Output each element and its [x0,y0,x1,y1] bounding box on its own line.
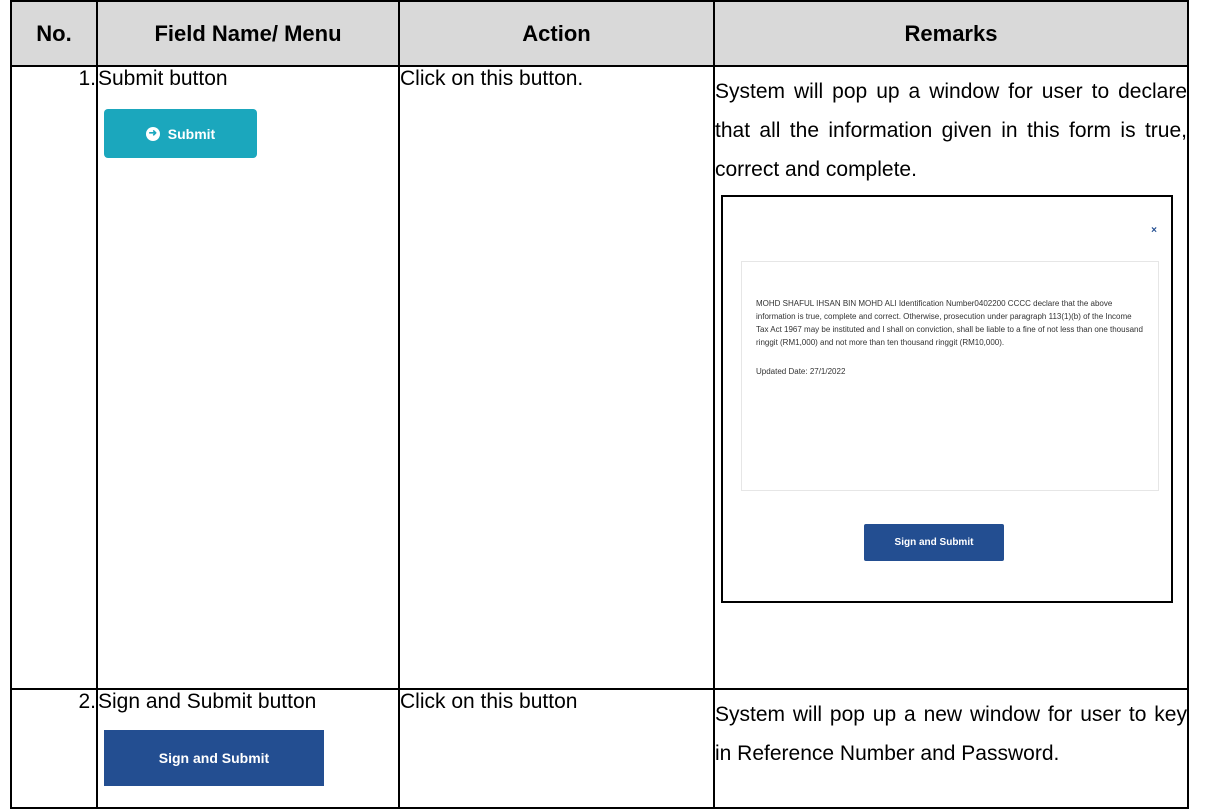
submit-button-label: Submit [167,125,216,142]
declaration-box: MOHD SHAFUL IHSAN BIN MOHD ALI Identific… [741,261,1159,491]
sign-and-submit-button[interactable]: Sign and Submit [104,730,324,786]
arrow-right-circle-icon: ➜ [145,126,160,141]
declaration-text: MOHD SHAFUL IHSAN BIN MOHD ALI Identific… [756,299,1143,347]
row-number: 2. [10,688,98,809]
row-number: 1. [10,65,98,690]
popup-sign-and-submit-button[interactable]: Sign and Submit [864,524,1004,561]
updated-date: Updated Date: 27/1/2022 [756,367,846,376]
action-text: Click on this button. [398,65,715,690]
instruction-table: No. Field Name/ Menu Action Remarks 1. S… [10,0,1189,809]
header-field-name: Field Name/ Menu [96,0,400,67]
remarks-text: System will pop up a window for user to … [715,80,1187,181]
field-cell: Submit button ➜ Submit [96,65,400,690]
remarks-text: System will pop up a new window for user… [715,703,1187,765]
header-action: Action [398,0,715,67]
field-cell: Sign and Submit button Sign and Submit [96,688,400,809]
table-row: 2. Sign and Submit button Sign and Submi… [10,688,1189,809]
field-name: Sign and Submit button [98,690,317,713]
table-row: 1. Submit button ➜ Submit Click on this … [10,65,1189,690]
declaration-popup: × MOHD SHAFUL IHSAN BIN MOHD ALI Identif… [721,195,1173,603]
action-text: Click on this button [398,688,715,809]
header-no: No. [10,0,98,67]
close-icon[interactable]: × [1151,225,1157,236]
header-remarks: Remarks [713,0,1189,67]
remarks-cell: System will pop up a window for user to … [713,65,1189,690]
remarks-cell: System will pop up a new window for user… [713,688,1189,809]
field-name: Submit button [98,67,228,90]
header-row: No. Field Name/ Menu Action Remarks [10,0,1189,67]
submit-button[interactable]: ➜ Submit [104,109,257,158]
